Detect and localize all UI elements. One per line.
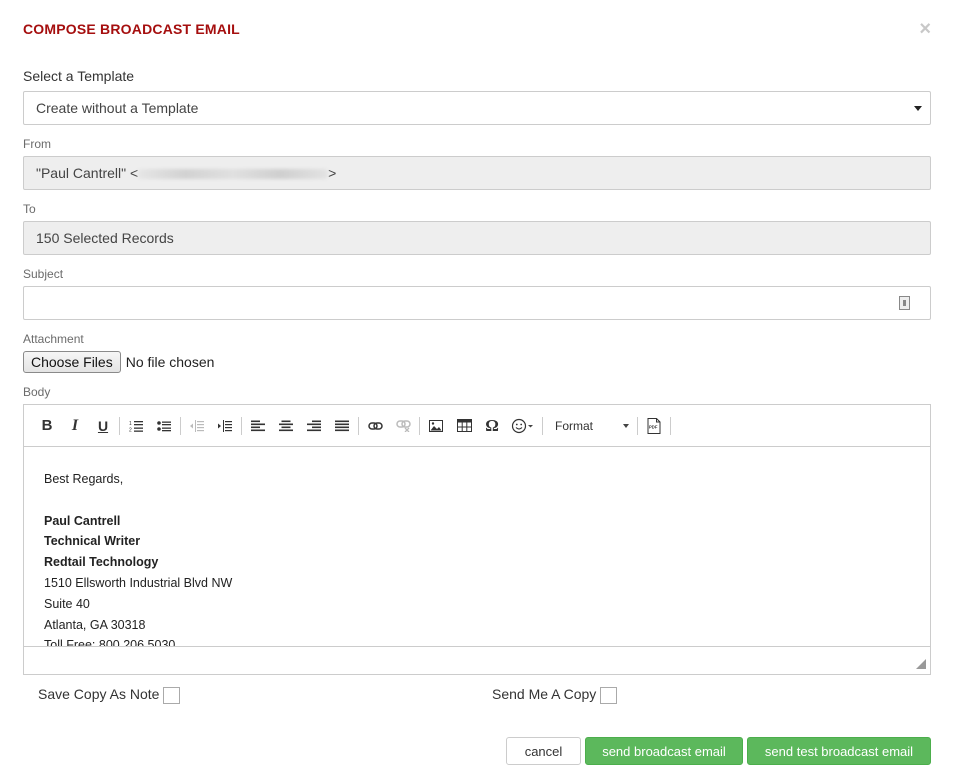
body-line: Paul Cantrell — [44, 513, 121, 528]
toolbar-separator — [180, 416, 181, 435]
send-copy-label: Send Me A Copy — [492, 685, 597, 702]
italic-icon[interactable]: I — [61, 414, 89, 438]
align-left-icon[interactable] — [244, 414, 272, 438]
align-right-icon[interactable] — [300, 414, 328, 438]
editor-content[interactable]: Best Regards, Paul Cantrell Technical Wri… — [24, 447, 930, 647]
toolbar-separator — [358, 416, 359, 435]
chevron-down-icon — [623, 423, 629, 428]
link-icon[interactable] — [361, 414, 389, 438]
from-field: "Paul Cantrell" < > — [23, 156, 931, 190]
image-icon[interactable] — [422, 414, 450, 438]
toolbar-separator — [542, 416, 543, 435]
decrease-indent-icon[interactable] — [183, 414, 211, 438]
body-line: Toll Free: 800.206.5030 — [44, 638, 176, 647]
template-label: Select a Template — [23, 68, 135, 84]
cancel-button[interactable]: cancel — [506, 737, 581, 765]
increase-indent-icon[interactable] — [211, 414, 239, 438]
justify-icon[interactable] — [328, 414, 356, 438]
editor-toolbar: B I U 12 Ω Format PDF — [24, 405, 930, 447]
pdf-icon[interactable]: PDF — [640, 414, 668, 438]
bulleted-list-icon[interactable] — [150, 414, 178, 438]
body-label: Body — [23, 385, 51, 399]
table-icon[interactable] — [450, 414, 478, 438]
toolbar-separator — [419, 416, 420, 435]
svg-text:PDF: PDF — [649, 424, 658, 429]
body-line: Suite 40 — [44, 596, 90, 611]
send-copy-checkbox[interactable] — [600, 687, 618, 704]
special-character-icon[interactable]: Ω — [478, 414, 506, 438]
svg-text:2: 2 — [129, 427, 132, 432]
underline-icon[interactable]: U — [89, 414, 117, 438]
svg-text:1: 1 — [129, 421, 132, 427]
body-line — [44, 490, 910, 511]
emoji-icon[interactable] — [506, 414, 540, 438]
toolbar-separator — [637, 416, 638, 435]
format-dropdown-label: Format — [555, 418, 594, 433]
file-status: No file chosen — [125, 354, 215, 370]
format-dropdown[interactable]: Format — [545, 414, 635, 438]
redacted-email — [138, 169, 329, 180]
save-copy-checkbox[interactable] — [163, 687, 181, 704]
to-label: To — [23, 202, 36, 216]
toolbar-separator — [241, 416, 242, 435]
save-copy-option: Save Copy As Note — [38, 683, 181, 704]
subject-label: Subject — [23, 267, 64, 281]
chevron-down-icon — [914, 106, 922, 111]
bold-icon[interactable]: B — [33, 414, 61, 438]
body-line: Atlanta, GA 30318 — [44, 617, 146, 632]
to-field: 150 Selected Records — [23, 221, 931, 255]
from-name: "Paul Cantrell" < — [36, 165, 139, 181]
send-broadcast-button[interactable]: send broadcast email — [585, 737, 743, 765]
save-copy-label: Save Copy As Note — [38, 685, 160, 702]
from-suffix: > — [328, 165, 337, 181]
send-copy-option: Send Me A Copy — [492, 683, 618, 704]
attachment-row: Choose Files No file chosen — [23, 351, 214, 373]
send-test-broadcast-button[interactable]: send test broadcast email — [747, 737, 931, 765]
from-label: From — [23, 137, 51, 151]
body-editor: B I U 12 Ω Format PDF Best Regards, Paul… — [23, 404, 931, 675]
template-select-value: Create without a Template — [36, 100, 199, 116]
numbered-list-icon[interactable]: 12 — [122, 414, 150, 438]
body-line: 1510 Ellsworth Industrial Blvd NW — [44, 575, 233, 590]
choose-files-button[interactable]: Choose Files — [23, 351, 121, 373]
resize-handle[interactable] — [916, 659, 926, 669]
body-line: Redtail Technology — [44, 555, 159, 570]
toolbar-separator — [119, 416, 120, 435]
merge-field-icon[interactable] — [899, 296, 910, 310]
attachment-label: Attachment — [23, 332, 84, 346]
dialog-title: COMPOSE BROADCAST EMAIL — [23, 21, 240, 37]
template-select[interactable]: Create without a Template — [23, 91, 931, 125]
close-icon[interactable]: × — [919, 19, 931, 39]
body-line: Technical Writer — [44, 534, 141, 549]
toolbar-separator — [670, 416, 671, 435]
body-line: Best Regards, — [44, 472, 124, 486]
align-center-icon[interactable] — [272, 414, 300, 438]
subject-input[interactable] — [23, 286, 931, 320]
unlink-icon[interactable] — [389, 414, 417, 438]
